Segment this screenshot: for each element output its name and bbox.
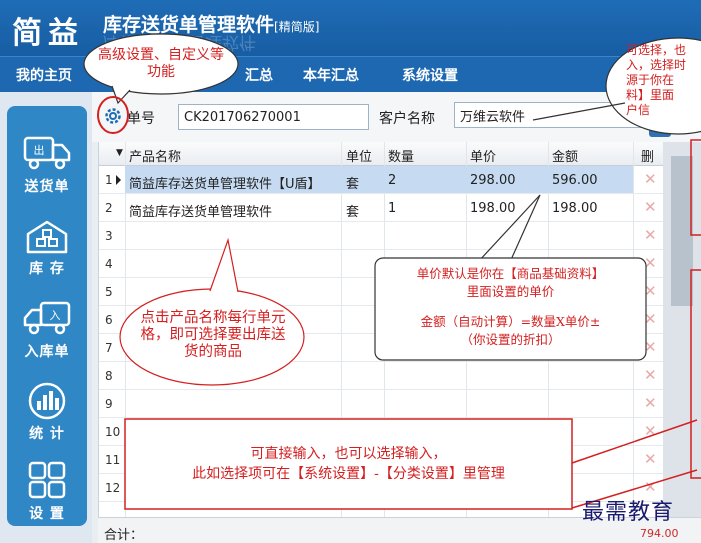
right-highlight-frame	[690, 139, 701, 236]
price-callout-line2: 里面设置的单价	[466, 284, 555, 299]
gear-highlight-circle	[97, 96, 129, 134]
unit-callout-box	[124, 418, 573, 510]
unit-callout-line1: 可直接输入，也可以选择输入，	[250, 446, 447, 462]
customer-callout-tail	[532, 102, 626, 121]
unit-callout-line2: 此如选择项可在【系统设置】-【分类设置】里管理	[192, 466, 505, 482]
watermark: 最需教育	[582, 500, 675, 525]
price-callout-pointer	[509, 194, 541, 263]
gear-callout-text: 高级设置、自定义等功能	[98, 47, 224, 80]
price-callout-line4: （你设置的折扣）	[460, 332, 561, 347]
right-highlight-frame	[690, 269, 701, 479]
product-callout-text: 点击产品名称每行单元格，即可选择要出库送货的商品	[140, 310, 286, 360]
unit-callout-pointer	[571, 419, 698, 464]
price-callout-line1: 单价默认是你在【商品基础资料】	[416, 266, 605, 281]
product-callout-tail	[209, 237, 239, 293]
price-callout-pointer	[477, 194, 541, 263]
customer-callout-text: 可选择，也 入，选择时 源于你在 料】里面 户信	[626, 43, 687, 117]
price-callout-line3: 金额（自动计算）=数量X单价±	[420, 314, 601, 329]
